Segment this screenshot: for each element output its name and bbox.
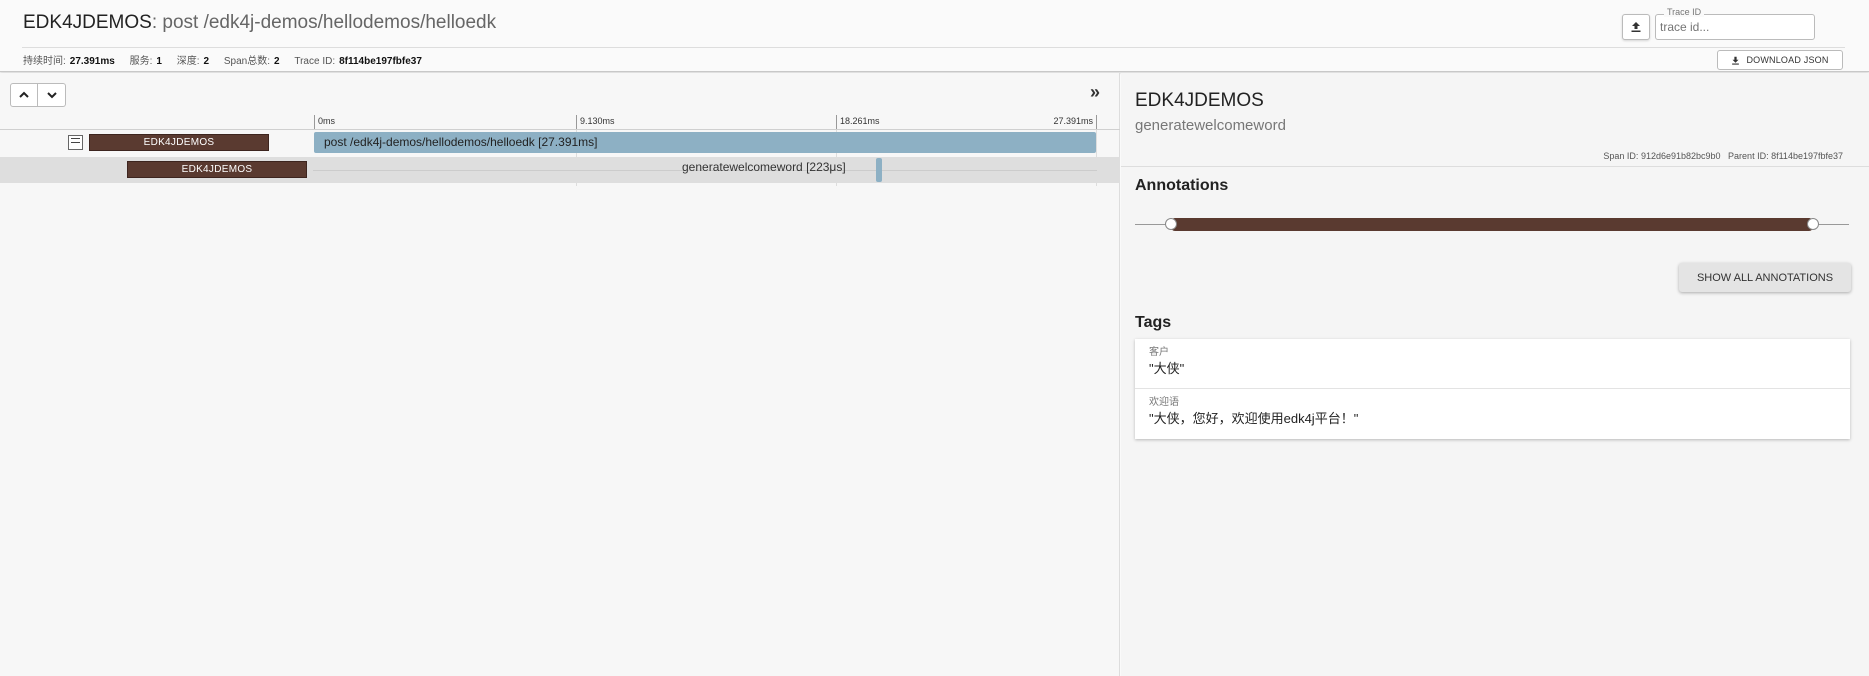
tag-value: "大侠" (1149, 361, 1185, 376)
meta-depth-key: 深度: (176, 56, 200, 67)
download-icon (1732, 56, 1740, 65)
tag-key: 欢迎语 (1149, 397, 1179, 408)
meta-duration-key: 持续时间: (23, 56, 66, 67)
parent-id-label: Parent ID: (1728, 151, 1769, 161)
trace-header: EDK4JDEMOS: post /edk4j-demos/hellodemos… (0, 0, 1869, 72)
header-divider (22, 47, 1845, 48)
timeline-panel: » 0ms 9.130ms 18.261ms 27.391ms EDK4JDEM… (0, 73, 1120, 676)
meta-services-key: 服务: (129, 56, 153, 67)
tags-list: 客户 "大侠" 欢迎语 "大侠，您好，欢迎使用edk4j平台！" (1135, 339, 1850, 439)
span-label: generatewelcomeword [223μs] (682, 160, 846, 174)
trace-id-input[interactable] (1658, 19, 1808, 35)
title-span-name: post /edk4j-demos/hellodemos/helloedk (157, 12, 497, 33)
meta-services-value: 1 (156, 56, 162, 67)
annotations-heading: Annotations (1135, 177, 1229, 194)
tag-key: 客户 (1149, 347, 1169, 358)
tag-row: 欢迎语 "大侠，您好，欢迎使用edk4j平台！" (1135, 389, 1850, 439)
trace-id-label: Trace ID (1664, 7, 1705, 17)
show-all-annotations-button[interactable]: SHOW ALL ANNOTATIONS (1679, 263, 1851, 292)
span-bar[interactable] (875, 158, 882, 182)
span-row-selected[interactable]: EDK4JDEMOS generatewelcomeword [223μs] (0, 157, 1120, 183)
tick-label: 27.391ms (1040, 115, 1097, 129)
detail-divider (1121, 166, 1869, 167)
service-badge: EDK4JDEMOS (127, 161, 307, 178)
annotation-start-marker[interactable] (1165, 218, 1177, 230)
tick-label: 9.130ms (576, 115, 615, 129)
prev-span-button[interactable] (10, 83, 38, 107)
detail-service-name: EDK4JDEMOS (1135, 90, 1264, 111)
tag-value: "大侠，您好，欢迎使用edk4j平台！" (1149, 411, 1359, 426)
tag-row: 客户 "大侠" (1135, 339, 1850, 389)
tick-label: 0ms (314, 115, 335, 129)
upload-button[interactable] (1622, 14, 1650, 40)
meta-traceid-key: Trace ID: (294, 56, 336, 67)
trace-id-field[interactable]: Trace ID (1655, 7, 1815, 40)
download-json-label: DOWNLOAD JSON (1746, 55, 1829, 65)
span-bar[interactable]: post /edk4j-demos/hellodemos/helloedk [2… (314, 132, 1096, 153)
tags-heading: Tags (1135, 314, 1172, 331)
span-row[interactable]: EDK4JDEMOS post /edk4j-demos/hellodemos/… (0, 130, 1120, 156)
tick-label: 18.261ms (836, 115, 880, 129)
meta-traceid-value: 8f114be197fbfe37 (339, 56, 422, 67)
meta-duration-value: 27.391ms (69, 56, 115, 67)
span-ids: Span ID: 912d6e91b82bc9b0 Parent ID: 8f1… (1603, 151, 1843, 161)
span-id-label: Span ID: (1603, 151, 1639, 161)
span-id-value: 912d6e91b82bc9b0 (1640, 151, 1721, 161)
next-span-button[interactable] (38, 83, 66, 107)
upload-icon (1631, 22, 1641, 32)
trace-summary: 持续时间: 27.391ms 服务: 1 深度: 2 Span总数: 2 Trace I… (23, 52, 434, 67)
collapse-toggle[interactable] (68, 135, 83, 150)
download-json-button[interactable]: DOWNLOAD JSON (1717, 50, 1843, 70)
chevron-down-icon (46, 92, 57, 99)
time-axis: 0ms 9.130ms 18.261ms 27.391ms (0, 115, 1120, 130)
detail-span-name: generatewelcomeword (1135, 117, 1286, 134)
span-nav (10, 83, 66, 107)
meta-spans-value: 2 (274, 56, 280, 67)
page-title: EDK4JDEMOS: post /edk4j-demos/hellodemos… (23, 12, 496, 34)
title-service: EDK4JDEMOS (23, 12, 152, 33)
span-detail-panel: EDK4JDEMOS generatewelcomeword Span ID: … (1121, 73, 1869, 676)
double-chevron-right-icon[interactable]: » (1090, 83, 1100, 101)
annotation-end-marker[interactable] (1807, 218, 1819, 230)
parent-id-value: 8f114be197fbfe37 (1771, 151, 1843, 161)
service-badge: EDK4JDEMOS (89, 134, 269, 151)
meta-spans-key: Span总数: (223, 56, 270, 67)
meta-depth-value: 2 (203, 56, 210, 67)
annotation-range-bar (1171, 218, 1813, 231)
chevron-up-icon (19, 91, 29, 98)
